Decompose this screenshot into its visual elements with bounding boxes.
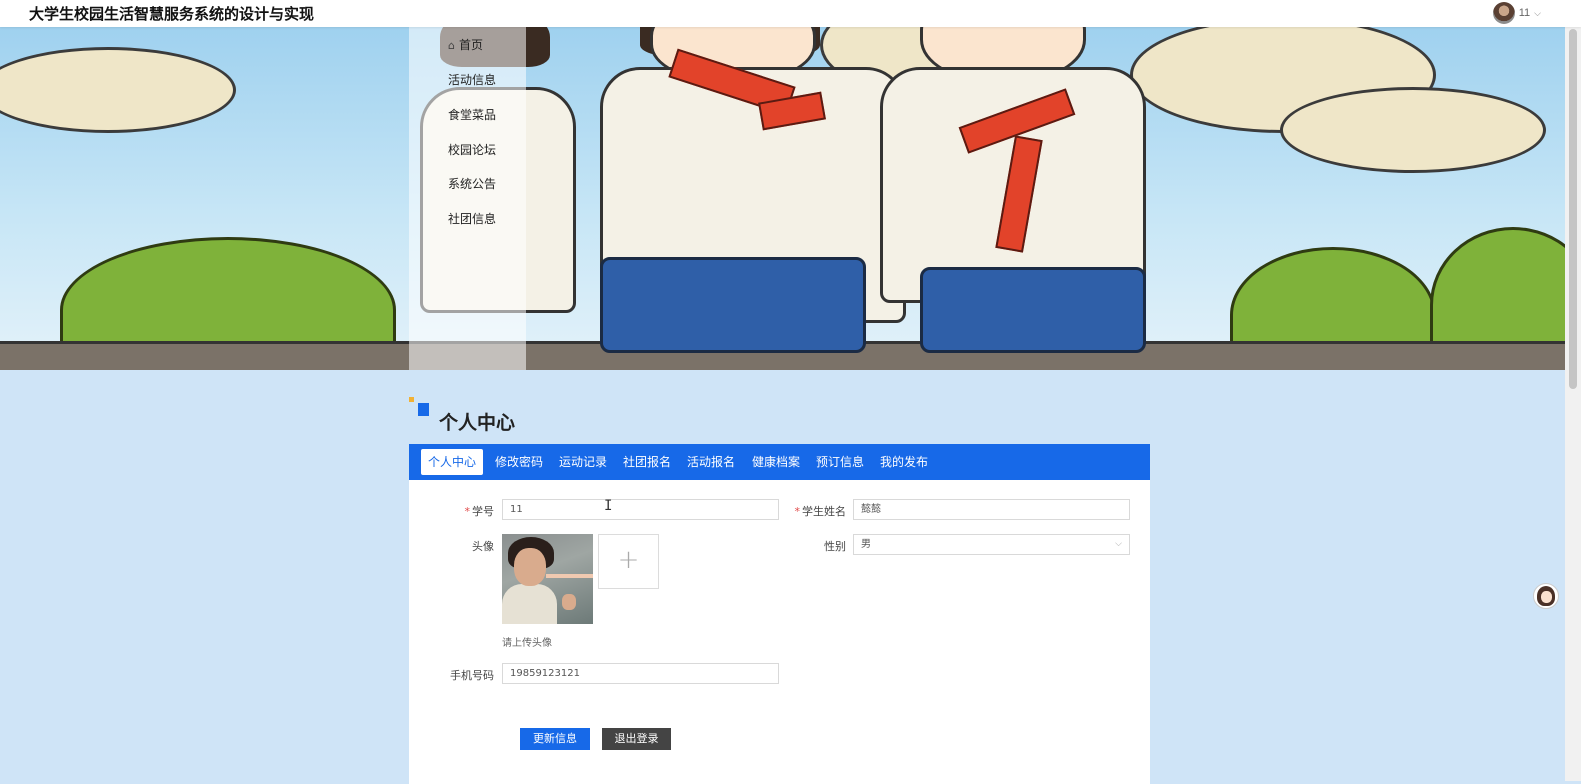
student-id-label-text: 学号 [472,505,494,518]
tab-change-password[interactable]: 修改密码 [488,449,550,475]
tab-activity-signup[interactable]: 活动报名 [680,449,742,475]
banner-image [0,27,1565,370]
gender-select[interactable]: 男 ⌵ [853,534,1130,555]
nav-item-home[interactable]: ⌂ 首页 [448,36,483,53]
top-bar: 大学生校园生活智慧服务系统的设计与实现 11 ⌵ [0,0,1581,27]
tab-health-records[interactable]: 健康档案 [745,449,807,475]
nav-item-canteen[interactable]: 食堂菜品 [448,106,496,123]
avatar-image[interactable] [502,534,593,624]
tab-exercise-records[interactable]: 运动记录 [552,449,614,475]
assistant-avatar-icon[interactable] [1533,583,1559,609]
tab-profile[interactable]: 个人中心 [421,449,484,475]
tab-bookings[interactable]: 预订信息 [809,449,871,475]
home-icon: ⌂ [448,39,455,52]
site-title: 大学生校园生活智慧服务系统的设计与实现 [29,5,315,23]
required-mark: * [464,505,471,518]
avatar-hint: 请上传头像 [502,638,552,649]
scrollbar-thumb[interactable] [1569,29,1577,389]
profile-card: 个人中心 修改密码 运动记录 社团报名 活动报名 健康档案 预订信息 我的发布 … [409,444,1150,784]
tab-my-posts[interactable]: 我的发布 [873,449,935,475]
chevron-down-icon[interactable]: ⌵ [1534,8,1541,19]
student-name-field[interactable]: 懿懿 [853,499,1130,520]
avatar-label: 头像 [472,540,494,553]
phone-label: 手机号码 [450,669,494,682]
nav-item-forum[interactable]: 校园论坛 [448,141,496,158]
tab-bar: 个人中心 修改密码 运动记录 社团报名 活动报名 健康档案 预订信息 我的发布 [409,444,1150,480]
nav-item-activities[interactable]: 活动信息 [448,71,496,88]
student-name-label: * 学生姓名 [766,503,847,519]
student-name-label-text: 学生姓名 [802,505,846,518]
student-id-field[interactable]: 11 [502,499,779,520]
sidebar-nav: ⌂ 首页 活动信息 食堂菜品 校园论坛 系统公告 社团信息 [409,27,526,370]
tab-club-signup[interactable]: 社团报名 [616,449,678,475]
update-info-button[interactable]: 更新信息 [520,728,590,750]
text-cursor-icon: I [604,498,613,514]
phone-field[interactable]: 19859123121 [502,663,779,684]
gender-value: 男 [861,539,871,550]
user-avatar[interactable] [1492,2,1515,24]
title-decoration [409,397,414,402]
nav-item-clubs[interactable]: 社团信息 [448,210,496,227]
user-name[interactable]: 11 [1519,7,1530,19]
user-menu[interactable]: 11 ⌵ [1492,2,1541,24]
required-mark: * [794,505,801,518]
nav-item-label[interactable]: 首页 [459,38,483,52]
student-id-label: * 学号 [414,503,495,519]
gender-label: 性别 [824,540,846,553]
title-decoration [418,403,429,416]
nav-item-notice[interactable]: 系统公告 [448,175,496,192]
logout-button[interactable]: 退出登录 [602,728,671,750]
page-title: 个人中心 [439,412,516,434]
upload-avatar-button[interactable]: + [598,534,659,589]
plus-icon: + [617,545,640,575]
chevron-down-icon: ⌵ [1115,539,1122,549]
scrollbar[interactable] [1565,27,1581,781]
